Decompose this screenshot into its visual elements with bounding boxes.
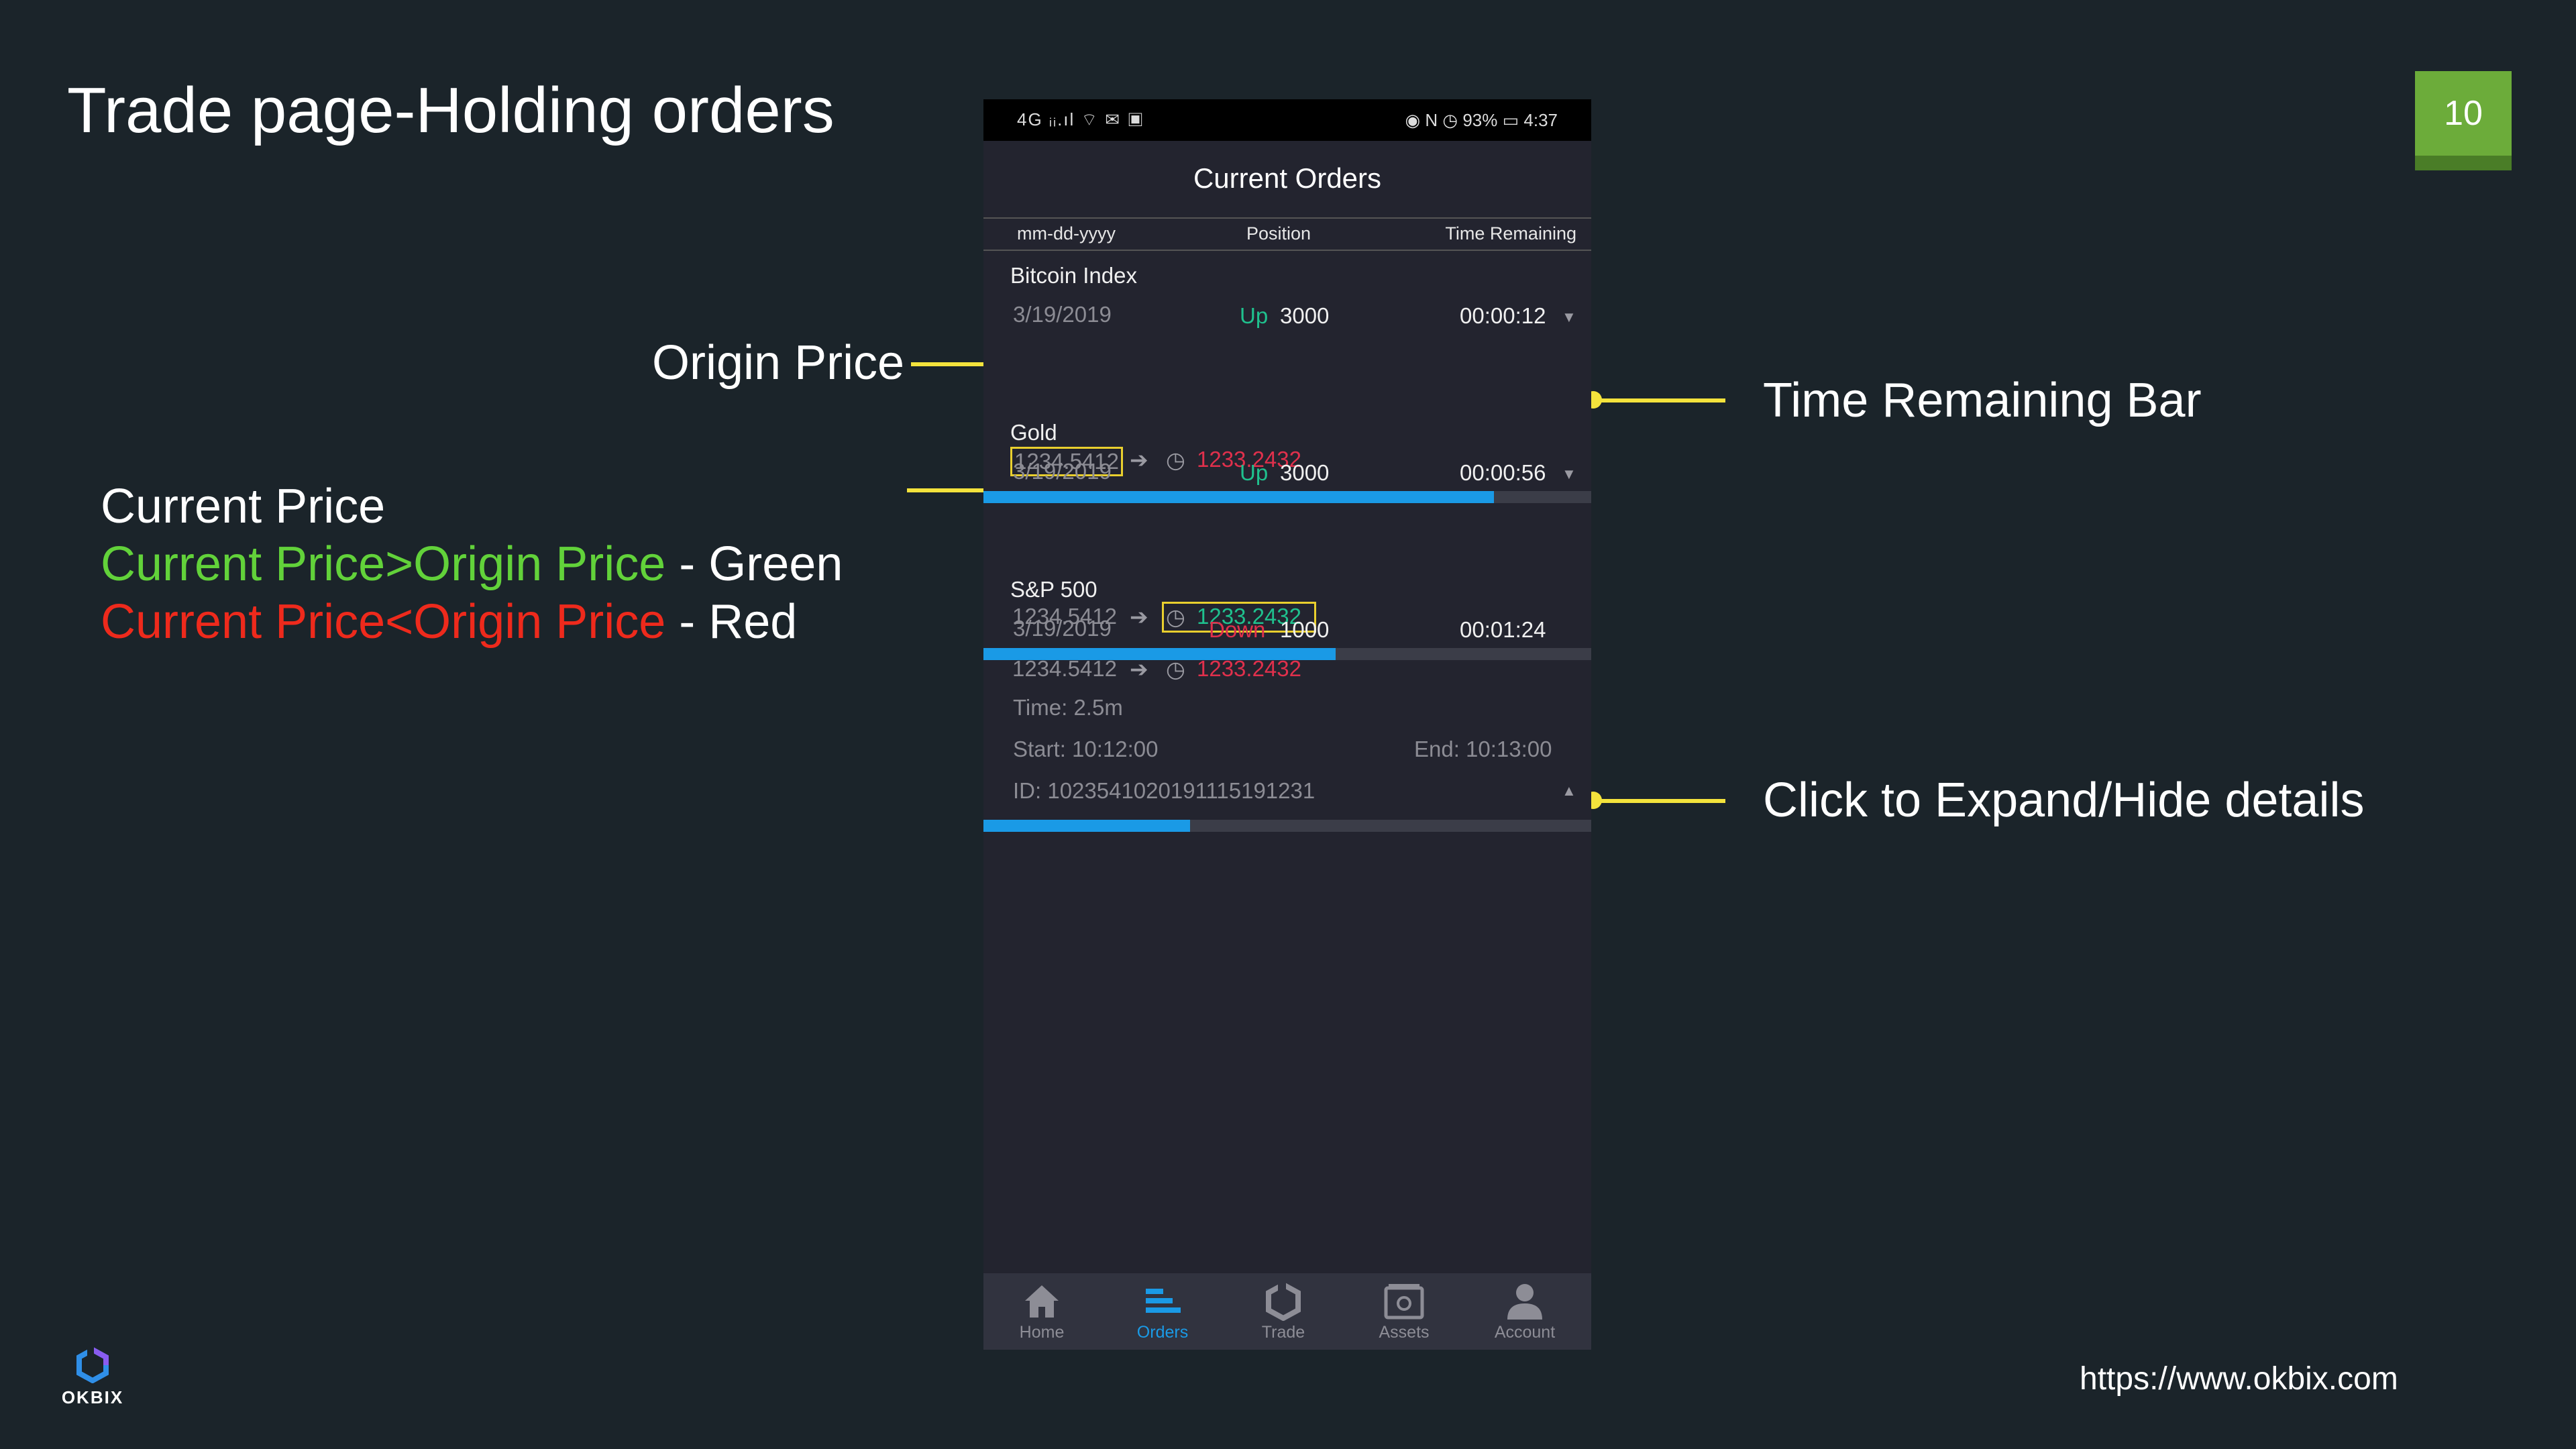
tab-orders[interactable]: Orders bbox=[1112, 1280, 1213, 1342]
order-start-time: Start: 10:12:00 bbox=[1013, 737, 1159, 761]
green-rule-suffix: - Green bbox=[665, 537, 843, 591]
red-rule-suffix: - Red bbox=[665, 595, 798, 649]
time-remaining-bar-annotation: Time Remaining Bar bbox=[1763, 374, 2202, 427]
red-rule-condition: Current Price<Origin Price bbox=[101, 595, 666, 649]
green-rule: Current Price>Origin Price - Green bbox=[101, 535, 843, 593]
order-name: Gold bbox=[1010, 420, 1057, 445]
order-date: 3/19/2019 bbox=[1013, 302, 1112, 327]
account-icon bbox=[1474, 1280, 1575, 1323]
order-name: Bitcoin Index bbox=[1010, 263, 1137, 288]
current-price-heading: Current Price bbox=[101, 480, 386, 533]
order-row-sp500[interactable]: S&P 500 3/19/2019 Down 1000 00:01:24 123… bbox=[983, 562, 1591, 938]
okbix-logo: OKBIX bbox=[52, 1347, 133, 1408]
column-date: mm-dd-yyyy bbox=[1017, 223, 1116, 244]
order-amount: 3000 bbox=[1280, 303, 1330, 328]
wallet-icon bbox=[1354, 1280, 1454, 1323]
tab-account[interactable]: Account bbox=[1474, 1280, 1575, 1342]
order-end-time: End: 10:13:00 bbox=[1414, 737, 1552, 761]
order-direction: Up bbox=[1240, 303, 1269, 328]
order-date: 3/19/2019 bbox=[1013, 616, 1112, 641]
page-number-badge: 10 bbox=[2415, 71, 2512, 170]
screen-title: Current Orders bbox=[1193, 162, 1382, 194]
tab-label: Orders bbox=[1136, 1323, 1189, 1342]
phone-screen: 4G ᵢᵢ.ıl ⌔ ✉ ▣ ◉ N ◷ 93% ▭ 4:37 Current … bbox=[983, 99, 1591, 1350]
collapse-caret-up-icon[interactable]: ▲ bbox=[1562, 782, 1576, 800]
trade-icon bbox=[1233, 1280, 1334, 1323]
order-direction: Down bbox=[1209, 617, 1266, 642]
order-time-remaining: 00:01:24 bbox=[1460, 617, 1546, 642]
order-duration: Time: 2.5m bbox=[1013, 695, 1123, 720]
order-row-bitcoin[interactable]: Bitcoin Index 3/19/2019 Up 3000 00:00:12… bbox=[983, 248, 1591, 503]
logo-text: OKBIX bbox=[61, 1387, 124, 1407]
red-rule: Current Price<Origin Price - Red bbox=[101, 593, 843, 651]
time-bar-leader-line bbox=[1594, 398, 1725, 402]
arrow-right-icon: ➔ bbox=[1130, 657, 1148, 682]
expand-hide-annotation: Click to Expand/Hide details bbox=[1763, 773, 2365, 827]
status-right-icons: ◉ N ◷ 93% ▭ 4:37 bbox=[1405, 110, 1558, 130]
origin-price-annotation: Origin Price bbox=[652, 336, 905, 390]
current-price-legend: Current Price Current Price>Origin Price… bbox=[101, 478, 843, 651]
tab-assets[interactable]: Assets bbox=[1354, 1280, 1454, 1342]
order-date: 3/19/2019 bbox=[1013, 459, 1112, 484]
order-time-remaining: 00:00:12 bbox=[1460, 303, 1546, 328]
order-name: S&P 500 bbox=[1010, 577, 1097, 602]
current-price: 1233.2432 bbox=[1197, 656, 1301, 681]
order-amount: 1000 bbox=[1280, 617, 1330, 642]
tab-label: Assets bbox=[1379, 1323, 1430, 1342]
tab-label: Home bbox=[1019, 1323, 1065, 1342]
order-row-gold[interactable]: Gold 3/19/2019 Up 3000 00:00:56 ▼ 1234.5… bbox=[983, 405, 1591, 660]
order-amount: 3000 bbox=[1280, 460, 1330, 485]
column-header: mm-dd-yyyy Position Time Remaining bbox=[983, 217, 1591, 251]
tab-trade[interactable]: Trade bbox=[1233, 1280, 1334, 1342]
status-bar: 4G ᵢᵢ.ıl ⌔ ✉ ▣ ◉ N ◷ 93% ▭ 4:37 bbox=[983, 99, 1591, 141]
website-link[interactable]: https://www.okbix.com bbox=[2080, 1360, 2398, 1397]
expand-leader-line bbox=[1594, 799, 1725, 803]
slide-title: Trade page-Holding orders bbox=[67, 74, 835, 146]
home-icon bbox=[991, 1280, 1092, 1323]
order-id: ID: 1023541020191115191231 bbox=[1013, 778, 1316, 803]
time-remaining-bar-fill bbox=[983, 820, 1191, 832]
column-position: Position bbox=[1246, 223, 1311, 244]
tab-home[interactable]: Home bbox=[991, 1280, 1092, 1342]
expand-caret-down-icon[interactable]: ▼ bbox=[1562, 466, 1576, 483]
order-time-remaining: 00:00:56 bbox=[1460, 460, 1546, 485]
green-rule-condition: Current Price>Origin Price bbox=[101, 537, 666, 591]
orders-icon bbox=[1112, 1280, 1213, 1323]
origin-price: 1234.5412 bbox=[1012, 656, 1117, 681]
bottom-tab-bar: Home Orders Trade Assets Account bbox=[983, 1273, 1591, 1350]
okbix-logo-icon bbox=[76, 1347, 109, 1383]
tab-label: Account bbox=[1494, 1323, 1556, 1342]
order-direction: Up bbox=[1240, 460, 1269, 485]
clock-icon: ◷ bbox=[1166, 657, 1185, 682]
time-remaining-bar bbox=[983, 820, 1591, 832]
status-left-icons: 4G ᵢᵢ.ıl ⌔ ✉ ▣ bbox=[1017, 109, 1145, 129]
tab-label: Trade bbox=[1261, 1323, 1305, 1342]
expand-caret-down-icon[interactable]: ▼ bbox=[1562, 309, 1576, 326]
column-time-remaining: Time Remaining bbox=[1445, 223, 1576, 244]
